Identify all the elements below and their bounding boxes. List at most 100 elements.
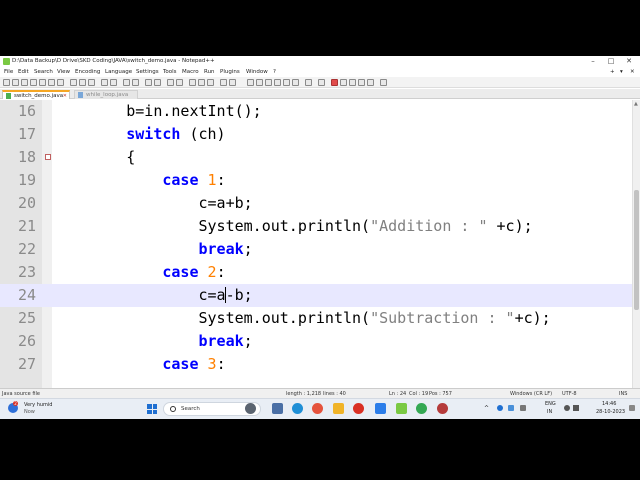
code-line[interactable]: 21 System.out.println("Addition : " +c);	[0, 215, 632, 238]
zoom-in-icon[interactable]	[145, 79, 152, 86]
cut-icon[interactable]	[70, 79, 77, 86]
scroll-up-icon[interactable]: ▲	[634, 101, 638, 107]
tray-chevron-icon[interactable]: ^	[484, 405, 489, 412]
notification-icon[interactable]	[629, 405, 635, 411]
close-button[interactable]: ✕	[622, 57, 636, 65]
replace-icon[interactable]	[132, 79, 139, 86]
stop-macro-icon[interactable]	[340, 79, 347, 86]
language-indicator-top[interactable]: ENG	[545, 401, 556, 407]
menu-help[interactable]: ?	[273, 69, 276, 75]
menu-add-icon[interactable]: +	[610, 69, 615, 75]
volume-icon[interactable]	[573, 405, 579, 411]
copy-icon[interactable]	[79, 79, 86, 86]
vertical-scrollbar[interactable]: ▲	[632, 100, 640, 419]
monitor-icon[interactable]	[265, 79, 272, 86]
record-macro-icon[interactable]	[331, 79, 338, 86]
cloud-icon[interactable]	[508, 405, 514, 411]
eye-icon[interactable]	[318, 79, 325, 86]
notepadpp-taskbar-icon[interactable]	[396, 403, 407, 414]
doc-map-icon[interactable]	[229, 79, 236, 86]
paste-icon[interactable]	[88, 79, 95, 86]
open-file-icon[interactable]	[12, 79, 19, 86]
menu-edit[interactable]: Edit	[18, 69, 29, 75]
code-line[interactable]: 20 c=a+b;	[0, 192, 632, 215]
code-line[interactable]: 17 switch (ch)	[0, 123, 632, 146]
status-eol[interactable]: Windows (CR LF)	[510, 391, 552, 397]
folder-workspace-icon[interactable]	[256, 79, 263, 86]
menu-window[interactable]: Window	[246, 69, 268, 75]
code-line[interactable]: 24 c=a-b;	[0, 284, 632, 307]
find-icon[interactable]	[123, 79, 130, 86]
widget-app-icon[interactable]	[245, 403, 256, 414]
language-indicator-bottom[interactable]: IN	[547, 409, 552, 415]
code-line[interactable]: 18 {	[0, 146, 632, 169]
code-editor[interactable]: 16 b=in.nextInt(); 17 switch (ch) 18 {19 c…	[0, 100, 632, 419]
play-macro-icon[interactable]	[349, 79, 356, 86]
word-icon[interactable]	[375, 403, 386, 414]
menu-search[interactable]: Search	[34, 69, 53, 75]
minimize-button[interactable]: –	[586, 57, 600, 65]
tab-close-icon[interactable]: ✕	[63, 93, 67, 99]
store-icon[interactable]	[312, 403, 323, 414]
show-all-chars-icon[interactable]	[198, 79, 205, 86]
clock-time[interactable]: 14:46	[602, 401, 616, 407]
menu-encoding[interactable]: Encoding	[75, 69, 100, 75]
windows-start-icon[interactable]	[147, 404, 157, 414]
word-wrap-icon[interactable]	[189, 79, 196, 86]
spell-check-icon[interactable]	[380, 79, 387, 86]
unfold-all-icon[interactable]	[305, 79, 312, 86]
file-explorer-icon[interactable]	[333, 403, 344, 414]
save-icon[interactable]	[21, 79, 28, 86]
function-list-icon[interactable]	[247, 79, 254, 86]
monitoring-icon[interactable]	[274, 79, 281, 86]
tab-switch-demo[interactable]: switch_demo.java ✕	[2, 90, 70, 99]
sync-h-icon[interactable]	[176, 79, 183, 86]
wifi-icon[interactable]	[564, 405, 570, 411]
fold-toggle-icon[interactable]	[45, 154, 51, 160]
chrome-icon[interactable]	[353, 403, 364, 414]
clock-date[interactable]: 28-10-2023	[596, 409, 625, 415]
play-multiple-icon[interactable]	[358, 79, 365, 86]
menu-run[interactable]: Run	[204, 69, 215, 75]
code-line[interactable]: 19 case 1:	[0, 169, 632, 192]
sync-v-icon[interactable]	[167, 79, 174, 86]
menu-plugins[interactable]: Plugins	[220, 69, 240, 75]
undo-icon[interactable]	[101, 79, 108, 86]
code-line[interactable]: 22 break;	[0, 238, 632, 261]
maximize-button[interactable]: □	[604, 57, 618, 65]
status-encoding[interactable]: UTF-8	[562, 391, 577, 397]
menu-macro[interactable]: Macro	[182, 69, 199, 75]
menu-tools[interactable]: Tools	[163, 69, 177, 75]
browser-icon[interactable]	[416, 403, 427, 414]
tab-while-loop[interactable]: while_loop.java	[74, 90, 138, 99]
code-line[interactable]: 27 case 3:	[0, 353, 632, 376]
new-file-icon[interactable]	[3, 79, 10, 86]
edge-icon[interactable]	[292, 403, 303, 414]
indent-guide-icon[interactable]	[207, 79, 214, 86]
code-line[interactable]: 16 b=in.nextInt();	[0, 100, 632, 123]
menu-dropdown-icon[interactable]: ▾	[620, 69, 623, 75]
close-file-icon[interactable]	[39, 79, 46, 86]
udl-icon[interactable]	[220, 79, 227, 86]
redo-icon[interactable]	[110, 79, 117, 86]
save-all-icon[interactable]	[30, 79, 37, 86]
weather-text[interactable]: Very humid	[24, 402, 52, 408]
menu-settings[interactable]: Settings	[136, 69, 159, 75]
print-icon[interactable]	[57, 79, 64, 86]
menu-view[interactable]: View	[57, 69, 70, 75]
zoom-out-icon[interactable]	[154, 79, 161, 86]
menu-language[interactable]: Language	[105, 69, 132, 75]
code-line[interactable]: 26 break;	[0, 330, 632, 353]
menu-file[interactable]: File	[4, 69, 13, 75]
doc-list-icon[interactable]	[283, 79, 290, 86]
menu-close-doc-icon[interactable]: ✕	[630, 69, 635, 75]
code-line[interactable]: 23 case 2:	[0, 261, 632, 284]
fold-all-icon[interactable]	[292, 79, 299, 86]
status-insert-mode[interactable]: INS	[619, 391, 627, 397]
app-icon[interactable]	[437, 403, 448, 414]
tray-app-icon[interactable]	[497, 405, 503, 411]
scrollbar-thumb[interactable]	[634, 190, 639, 310]
tray-display-icon[interactable]	[520, 405, 526, 411]
task-view-icon[interactable]	[272, 403, 283, 414]
close-all-icon[interactable]	[48, 79, 55, 86]
